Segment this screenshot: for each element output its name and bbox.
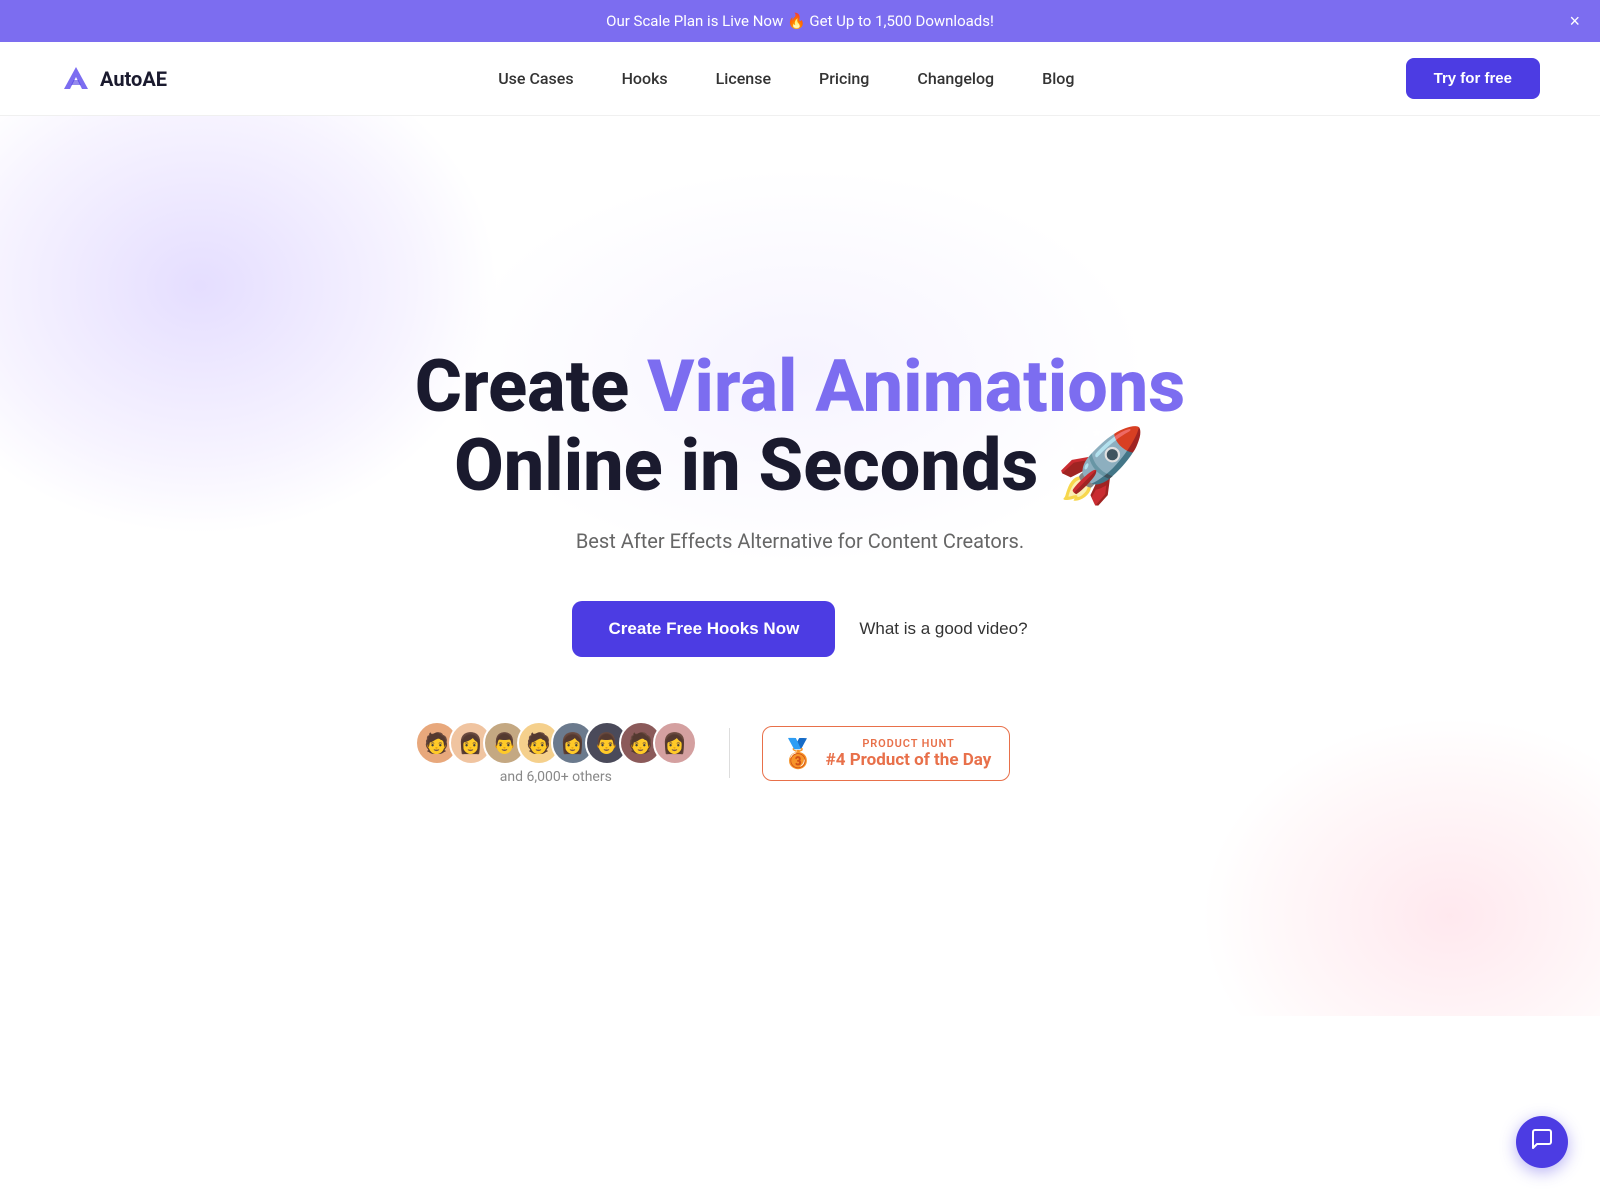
good-video-button[interactable]: What is a good video? (859, 601, 1027, 657)
avatar-group: 🧑 👩 👨 🧑 👩 👨 🧑 👩 (415, 721, 697, 765)
product-hunt-badge[interactable]: 🥉 PRODUCT HUNT #4 Product of the Day (762, 726, 1011, 781)
hero-title-highlight: Viral Animations (647, 344, 1185, 429)
nav-item-pricing[interactable]: Pricing (819, 69, 869, 88)
announcement-close-button[interactable]: × (1569, 12, 1580, 30)
ph-label: PRODUCT HUNT (826, 737, 992, 750)
hero-content: Create Viral Animations Online in Second… (415, 347, 1185, 785)
nav-item-changelog[interactable]: Changelog (917, 69, 994, 88)
hero-section: Create Viral Animations Online in Second… (0, 116, 1600, 1016)
nav-item-hooks[interactable]: Hooks (622, 69, 668, 88)
avatar-wrapper: 🧑 👩 👨 🧑 👩 👨 🧑 👩 and 6,000+ others (415, 721, 697, 785)
announcement-text: Our Scale Plan is Live Now 🔥 Get Up to 1… (606, 12, 994, 30)
create-hooks-button[interactable]: Create Free Hooks Now (572, 601, 835, 657)
avatar-8: 👩 (653, 721, 697, 765)
social-proof-divider (729, 728, 730, 778)
logo-text: AutoAE (100, 67, 167, 91)
chat-widget[interactable] (1516, 1116, 1568, 1168)
try-free-button[interactable]: Try for free (1406, 58, 1540, 99)
ph-rank: #4 Product of the Day (826, 750, 992, 770)
ph-medal-icon: 🥉 (781, 737, 816, 770)
hero-title: Create Viral Animations Online in Second… (415, 347, 1185, 505)
ph-text: PRODUCT HUNT #4 Product of the Day (826, 737, 992, 770)
hero-subtitle: Best After Effects Alternative for Conte… (415, 529, 1185, 553)
bg-blob-pink (1200, 716, 1600, 1016)
navbar: AutoAE Use Cases Hooks License Pricing C… (0, 42, 1600, 116)
nav-item-license[interactable]: License (716, 69, 771, 88)
avatar-group-inner: 🧑 👩 👨 🧑 👩 👨 🧑 👩 (415, 721, 697, 765)
avatar-count-text: and 6,000+ others (500, 769, 612, 785)
hero-buttons: Create Free Hooks Now What is a good vid… (415, 601, 1185, 657)
logo-icon (60, 63, 92, 95)
social-proof: 🧑 👩 👨 🧑 👩 👨 🧑 👩 and 6,000+ others 🥉 (415, 721, 1185, 785)
announcement-bar: Our Scale Plan is Live Now 🔥 Get Up to 1… (0, 0, 1600, 42)
logo-link[interactable]: AutoAE (60, 63, 167, 95)
hero-title-part1: Create (415, 344, 647, 429)
nav-links: Use Cases Hooks License Pricing Changelo… (498, 69, 1074, 88)
chat-icon (1530, 1127, 1554, 1157)
hero-title-part2: Online in Seconds 🚀 (454, 423, 1146, 508)
nav-item-blog[interactable]: Blog (1042, 69, 1074, 88)
nav-item-use-cases[interactable]: Use Cases (498, 69, 573, 88)
